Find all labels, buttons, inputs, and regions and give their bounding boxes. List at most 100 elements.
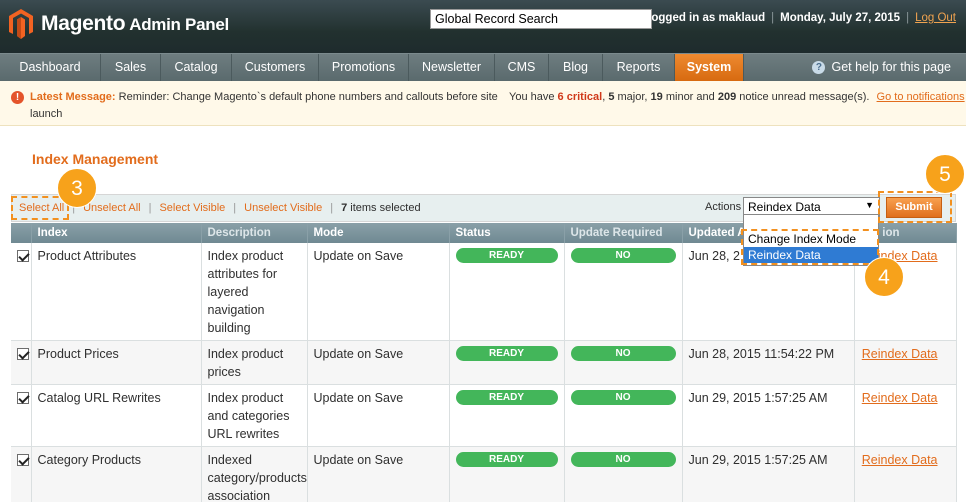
index-name: Product Prices [31, 340, 202, 385]
checked-checkbox-icon[interactable] [17, 348, 29, 360]
nav-promotions[interactable]: Promotions [319, 54, 409, 81]
callout-submit-outline [878, 191, 952, 223]
summary-prefix: You have [509, 91, 555, 103]
table-row: Catalog URL Rewrites Index product and c… [11, 384, 957, 447]
checked-checkbox-icon[interactable] [17, 454, 29, 466]
row-checkbox-cell[interactable] [11, 384, 32, 447]
system-message-bar: ! Latest Message: Reminder: Change Magen… [0, 81, 966, 126]
column-header-description[interactable]: Description [201, 223, 308, 243]
select-visible-link[interactable]: Select Visible [159, 202, 225, 214]
unselect-all-link[interactable]: Unselect All [83, 202, 140, 214]
index-description: Index product attributes for layered nav… [201, 243, 308, 341]
column-header-status[interactable]: Status [449, 223, 565, 243]
update-required-badge: NO [570, 346, 676, 361]
column-header-index[interactable]: Index [31, 223, 202, 243]
action-cell: Reindex Data [854, 384, 957, 447]
update-required-badge: NO [570, 390, 676, 405]
row-checkbox-cell[interactable] [11, 446, 32, 502]
nav-cms[interactable]: CMS [495, 54, 549, 81]
index-mode: Update on Save [307, 340, 450, 385]
logo[interactable]: Magento Admin Panel [9, 9, 229, 39]
page-title: Index Management [32, 151, 159, 167]
latest-message-label: Latest Message: [30, 91, 116, 103]
help-circle-icon: ? [812, 61, 826, 74]
nav-catalog[interactable]: Catalog [161, 54, 232, 81]
status-badge: READY [455, 390, 558, 405]
critical-count: 6 critical [557, 91, 603, 103]
step-3-badge: 3 [57, 168, 97, 208]
minor-count: 19 [650, 91, 663, 103]
column-header-update-required[interactable]: Update Required [564, 223, 683, 243]
row-checkbox-cell[interactable] [11, 340, 32, 385]
status-badge: READY [455, 346, 558, 361]
triangle-down-icon: ▼ [865, 200, 874, 210]
index-description: Index product prices [201, 340, 308, 385]
major-label: major, [617, 91, 648, 103]
action-cell: Reindex Data [854, 340, 957, 385]
status-badge: READY [455, 248, 558, 263]
main-nav: Dashboard Sales Catalog Customers Promot… [0, 53, 966, 81]
global-search-input[interactable] [430, 9, 652, 29]
current-date: Monday, July 27, 2015 [780, 12, 901, 24]
index-name: Category Products [31, 446, 202, 502]
update-required-cell: NO [564, 384, 683, 447]
actions-select-value: Reindex Data [748, 200, 821, 214]
updated-at: Jun 29, 2015 1:57:25 AM [682, 384, 855, 447]
reindex-data-link[interactable]: Reindex Data [862, 347, 938, 361]
updated-at: Jun 28, 2015 11:54:22 PM [682, 340, 855, 385]
unselect-visible-link[interactable]: Unselect Visible [244, 202, 322, 214]
logout-link[interactable]: Log Out [915, 12, 956, 24]
column-header-select [11, 223, 32, 243]
update-required-badge: NO [570, 452, 676, 467]
help-link-label: Get help for this page [831, 60, 951, 74]
notice-count: 209 [717, 91, 737, 103]
index-name: Product Attributes [31, 243, 202, 341]
index-description: Indexed category/products association [201, 446, 308, 502]
status-cell: READY [449, 384, 565, 447]
reindex-data-link[interactable]: Reindex Data [862, 453, 938, 467]
step-5-badge: 5 [925, 154, 965, 194]
updated-at: Jun 29, 2015 1:57:25 AM [682, 446, 855, 502]
status-cell: READY [449, 340, 565, 385]
update-required-badge: NO [570, 248, 676, 263]
actions-label: Actions [705, 201, 742, 213]
nav-blog[interactable]: Blog [549, 54, 603, 81]
status-badge: READY [455, 452, 558, 467]
magento-logo-icon [9, 9, 33, 39]
header-bar: MagentoAdmin Panel Logged in as maklaud|… [0, 0, 966, 53]
action-cell: Reindex Data [854, 446, 957, 502]
row-checkbox-cell[interactable] [11, 243, 32, 341]
nav-sales[interactable]: Sales [101, 54, 161, 81]
notice-label: notice unread message(s). [739, 91, 870, 103]
table-row: Product Prices Index product prices Upda… [11, 340, 957, 385]
minor-label: minor and [665, 91, 715, 103]
nav-dashboard[interactable]: Dashboard [0, 54, 101, 81]
checked-checkbox-icon[interactable] [17, 392, 29, 404]
message-summary: You have 6 critical, 5 major, 19 minor a… [509, 91, 965, 103]
table-row: Category Products Indexed category/produ… [11, 446, 957, 502]
checked-checkbox-icon[interactable] [17, 250, 29, 262]
nav-customers[interactable]: Customers [232, 54, 319, 81]
nav-newsletter[interactable]: Newsletter [409, 54, 495, 81]
brand-name: Magento Admin Panel [41, 12, 229, 35]
index-mode: Update on Save [307, 446, 450, 502]
selected-count: 7 items selected [341, 202, 421, 214]
latest-message: Latest Message: Reminder: Change Magento… [30, 89, 500, 123]
reindex-data-link[interactable]: Reindex Data [862, 391, 938, 405]
update-required-cell: NO [564, 446, 683, 502]
help-link[interactable]: ? Get help for this page [812, 54, 951, 81]
index-mode: Update on Save [307, 384, 450, 447]
column-header-mode[interactable]: Mode [307, 223, 450, 243]
alert-icon: ! [11, 91, 24, 104]
index-name: Catalog URL Rewrites [31, 384, 202, 447]
nav-reports[interactable]: Reports [603, 54, 675, 81]
user-info: Logged in as maklaud | Monday, July 27, 20… [644, 12, 956, 24]
go-to-notifications-link[interactable]: Go to notifications [877, 91, 965, 103]
index-description: Index product and categories URL rewrite… [201, 384, 308, 447]
step-4-badge: 4 [864, 257, 904, 297]
callout-dropdown-outline [741, 229, 879, 265]
status-cell: READY [449, 446, 565, 502]
major-count: 5 [608, 91, 615, 103]
logged-in-text: Logged in as maklaud [644, 12, 766, 24]
nav-system[interactable]: System [675, 54, 744, 81]
